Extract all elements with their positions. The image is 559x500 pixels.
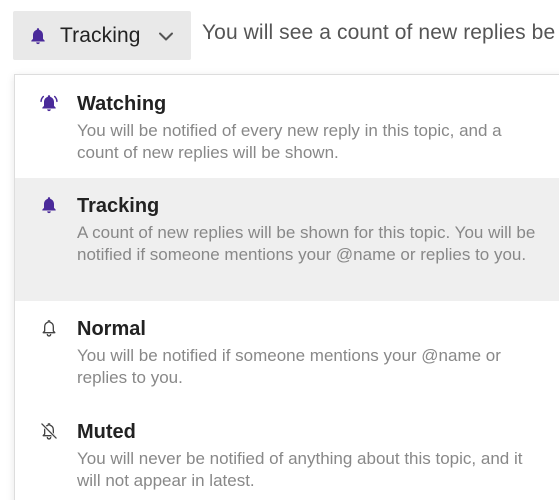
bell-filled-icon: [38, 92, 60, 114]
menu-item-normal[interactable]: Normal You will be notified if someone m…: [15, 301, 559, 404]
bell-icon: [27, 25, 49, 47]
bell-filled-icon: [38, 194, 60, 216]
notification-page: Tracking You will see a count of new rep…: [0, 0, 559, 500]
notification-level-menu: Watching You will be notified of every n…: [14, 74, 559, 500]
menu-item-description: You will never be notified of anything a…: [77, 449, 523, 490]
menu-item-description: You will be notified if someone mentions…: [77, 346, 501, 387]
menu-item-title: Watching: [77, 93, 167, 115]
bell-slash-icon: [38, 420, 60, 442]
notification-level-dropdown[interactable]: Tracking: [13, 11, 191, 60]
notification-status-text: You will see a count of new replies be: [202, 21, 556, 44]
menu-item-title: Tracking: [77, 195, 160, 217]
menu-item-title: Normal: [77, 318, 146, 340]
menu-item-description: A count of new replies will be shown for…: [77, 223, 536, 264]
dropdown-label: Tracking: [60, 23, 141, 47]
menu-item-watching[interactable]: Watching You will be notified of every n…: [15, 75, 559, 178]
menu-item-tracking[interactable]: Tracking A count of new replies will be …: [15, 178, 559, 301]
chevron-down-icon: [157, 27, 175, 45]
menu-item-title: Muted: [77, 421, 136, 443]
menu-item-description: You will be notified of every new reply …: [77, 121, 502, 162]
notification-toolbar: Tracking You will see a count of new rep…: [0, 0, 559, 72]
bell-outline-icon: [38, 317, 60, 339]
menu-item-muted[interactable]: Muted You will never be notified of anyt…: [15, 404, 559, 500]
